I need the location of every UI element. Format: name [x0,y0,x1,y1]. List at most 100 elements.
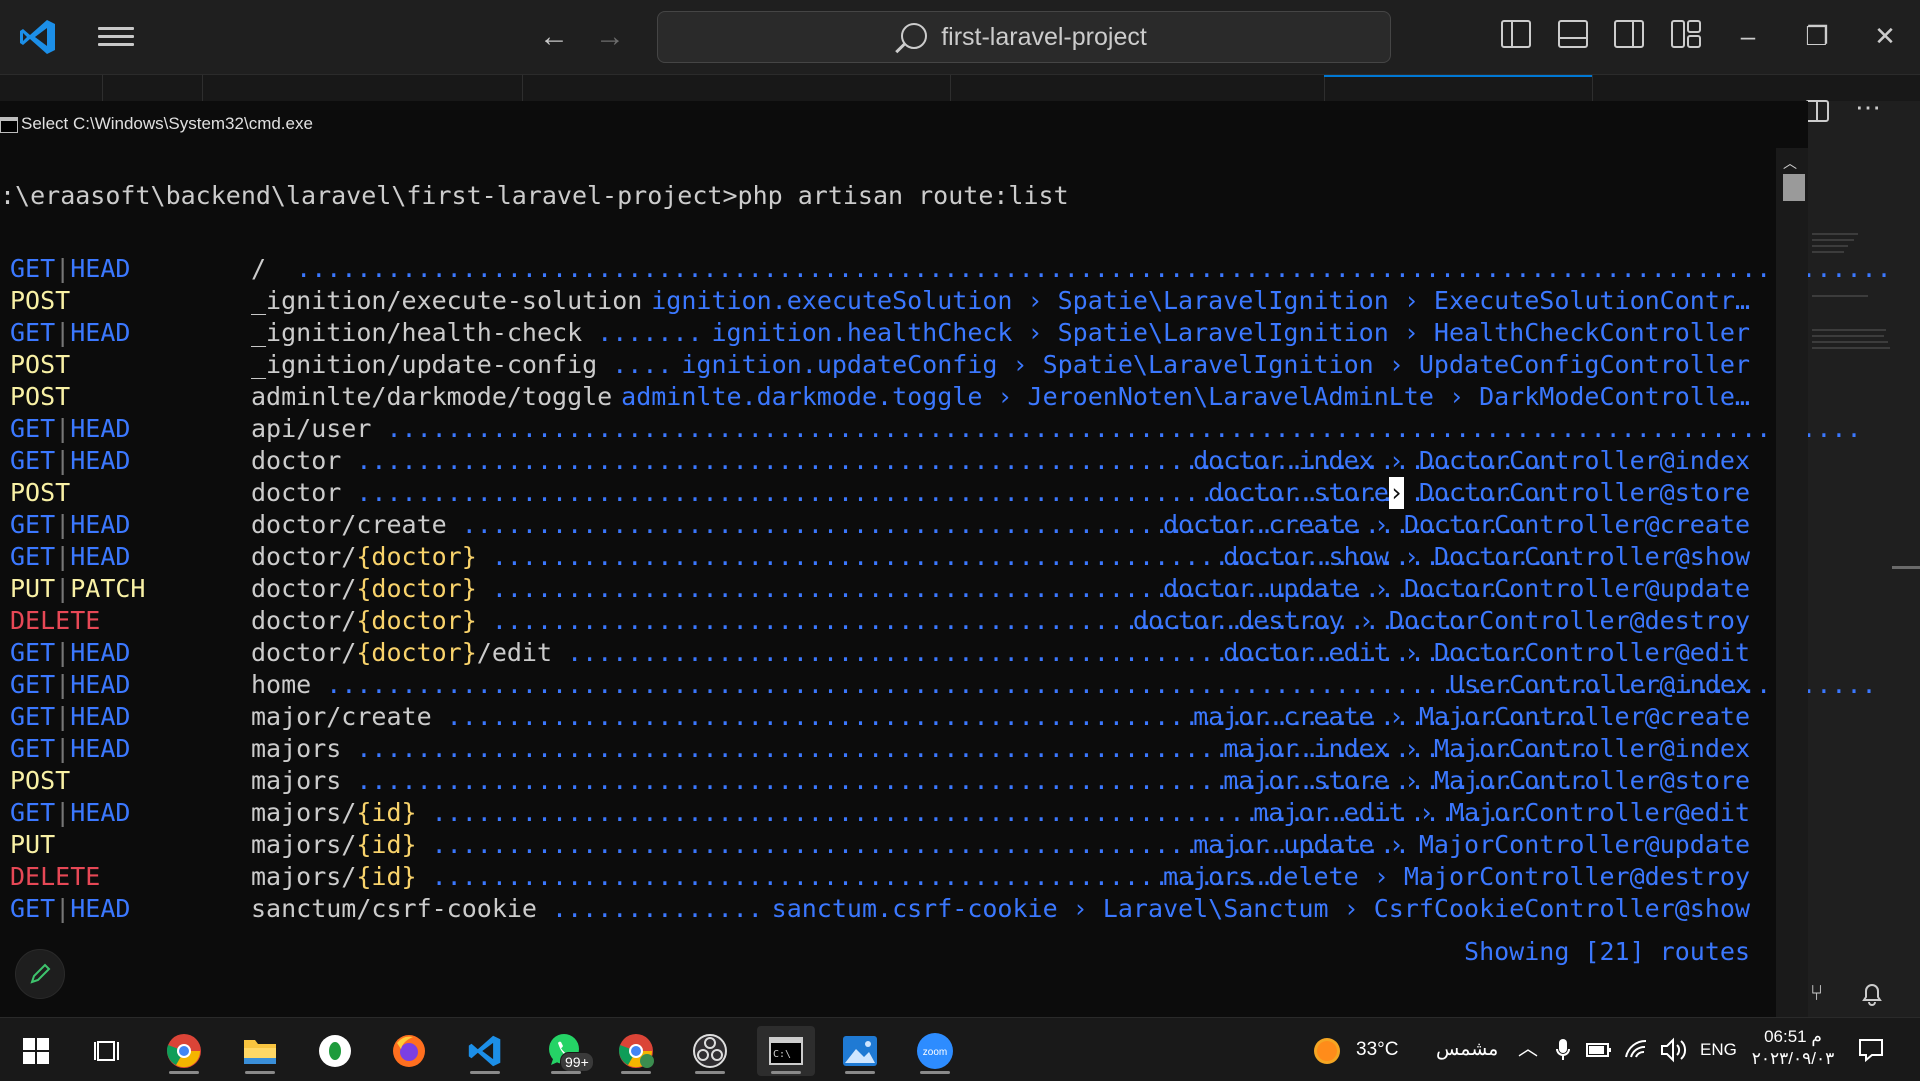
route-action-text: doctor.create › DoctorController@create [1163,510,1750,539]
whatsapp-badge: 99+ [560,1052,594,1072]
firefox-icon [393,1035,425,1067]
taskbar-zoom[interactable]: zoom [908,1026,962,1076]
method-put: PUT [10,574,56,603]
scroll-up-arrow-icon[interactable]: ︿ [1783,153,1797,173]
running-indicator [771,1071,801,1074]
active-tab-indicator [1324,75,1592,77]
weather-sun-icon[interactable] [1312,1036,1342,1066]
method-head: HEAD [70,798,131,827]
method-get: GET [10,734,56,763]
taskbar-file-explorer[interactable] [233,1026,287,1076]
method-separator: | [55,510,71,539]
route-row: GET|HEAD _ignition/health-check ....... i… [0,317,1750,349]
route-action-text: major.index › MajorController@index [1223,734,1750,763]
clock-date: ٢٠٢٣/٠٩/٠٣ [1751,1049,1835,1068]
route-dots: ....... [582,318,718,347]
route-action-text: major.edit › MajorController@edit [1253,798,1750,827]
taskbar-app-green[interactable] [308,1026,362,1076]
battery-icon[interactable] [1586,1041,1612,1059]
wifi-icon[interactable] [1624,1037,1650,1061]
method-get: GET [10,542,56,571]
vscode-logo-icon[interactable] [18,17,58,57]
route-path: majors/ [251,830,357,859]
route-method: GET|HEAD [10,637,130,669]
pencil-edit-icon[interactable] [15,949,65,999]
cmd-window[interactable]: Select C:\Windows\System32\cmd.exe :\era… [0,101,1892,1017]
route-row: POST adminlte/darkmode/toggle adminlte.da… [0,381,1750,413]
terminal-output[interactable]: :\eraasoft\backend\laravel\first-laravel… [0,148,1892,1017]
route-path: / [251,254,267,283]
route-row: POST majors .............................… [0,765,1750,797]
route-method: POST [10,349,70,381]
taskbar-whatsapp[interactable]: 99+ [534,1026,598,1076]
toggle-primary-sidebar-icon[interactable] [1500,18,1532,50]
taskbar-cmd[interactable]: C:\ [757,1026,815,1076]
method-get: GET [10,414,56,443]
route-action: ignition.updateConfig › Spatie\LaravelIg… [681,349,1750,381]
route-action: sanctum.csrf-cookie › Laravel\Sanctum › … [772,893,1750,925]
forward-arrow-icon[interactable]: → [592,20,628,54]
command-center-search[interactable]: first-laravel-project [657,11,1391,63]
notifications-bell-icon[interactable] [1860,981,1884,1007]
route-method: PUT|PATCH [10,573,145,605]
route-parameter: {doctor} [356,574,477,603]
route-action: doctor.store› DoctorController@store [1208,477,1750,509]
route-action-text: doctor.store [1208,478,1389,507]
restore-icon[interactable]: ❐ [1797,16,1837,56]
toggle-panel-icon[interactable] [1557,18,1589,50]
route-uri: adminlte/darkmode/toggle [251,381,627,413]
back-arrow-icon[interactable]: ← [536,20,572,54]
svg-text:zoom: zoom [923,1047,947,1058]
volume-icon[interactable] [1660,1037,1688,1063]
method-separator: | [55,734,71,763]
running-indicator [845,1071,875,1074]
task-view-button[interactable] [81,1026,135,1076]
taskbar-firefox[interactable] [382,1026,436,1076]
customize-layout-icon[interactable] [1670,18,1702,50]
route-action-text: ignition.executeSolution › Spatie\Larave… [651,286,1750,315]
method-delete: DELETE [10,862,101,891]
notification-center-icon[interactable] [1858,1038,1884,1062]
taskbar-obs[interactable] [683,1026,737,1076]
taskbar-clock[interactable]: 06:51 م ٢٠٢٣/٠٩/٠٣ [1748,1026,1838,1070]
taskbar-photos[interactable] [833,1026,887,1076]
input-language[interactable]: ENG [1700,1018,1737,1081]
route-path: doctor [251,478,342,507]
weather-condition[interactable]: مشمس [1436,1018,1498,1081]
minimize-icon[interactable]: – [1728,16,1768,56]
route-action-text: ignition.updateConfig › Spatie\LaravelIg… [681,350,1750,379]
toggle-secondary-sidebar-icon[interactable] [1613,18,1645,50]
start-button[interactable] [9,1026,63,1076]
hamburger-menu-icon[interactable] [98,22,134,52]
tab-separator [202,75,203,101]
photos-icon [843,1036,877,1066]
taskbar-chrome[interactable] [157,1026,211,1076]
microphone-icon[interactable] [1555,1038,1571,1062]
more-actions-icon[interactable]: ⋯ [1855,92,1881,123]
minimap[interactable] [1808,226,1920,376]
scrollbar-thumb[interactable] [1783,174,1805,201]
cmd-titlebar[interactable]: Select C:\Windows\System32\cmd.exe [0,101,1808,148]
route-action: UserController@index [1449,669,1750,701]
route-row: POST _ignition/execute-solution ignition.… [0,285,1750,317]
route-path: major/create [251,702,432,731]
close-icon[interactable]: ✕ [1865,16,1905,56]
route-path: sanctum/csrf-cookie [251,894,537,923]
route-method: POST [10,381,70,413]
weather-temperature[interactable]: 33°C [1356,1018,1398,1081]
cmd-scrollbar[interactable] [1776,148,1808,1017]
route-action: ignition.executeSolution › Spatie\Larave… [651,285,1750,317]
taskbar-vscode[interactable] [458,1026,512,1076]
route-method: PUT [10,829,55,861]
method-get: GET [10,318,56,347]
route-path: doctor/ [251,574,357,603]
route-path: _ignition/update-config [251,350,598,379]
route-action: doctor.show › DoctorController@show [1223,541,1750,573]
show-hidden-icons-chevron-icon[interactable]: ︿ [1518,1018,1538,1081]
route-action: major.edit › MajorController@edit [1253,797,1750,829]
route-action-text: DoctorController@store [1403,478,1750,507]
green-app-icon [319,1035,351,1067]
method-post: POST [10,382,71,411]
source-control-icon[interactable]: ⑂ [1810,980,1823,1006]
taskbar-chrome-profile[interactable] [609,1026,663,1076]
